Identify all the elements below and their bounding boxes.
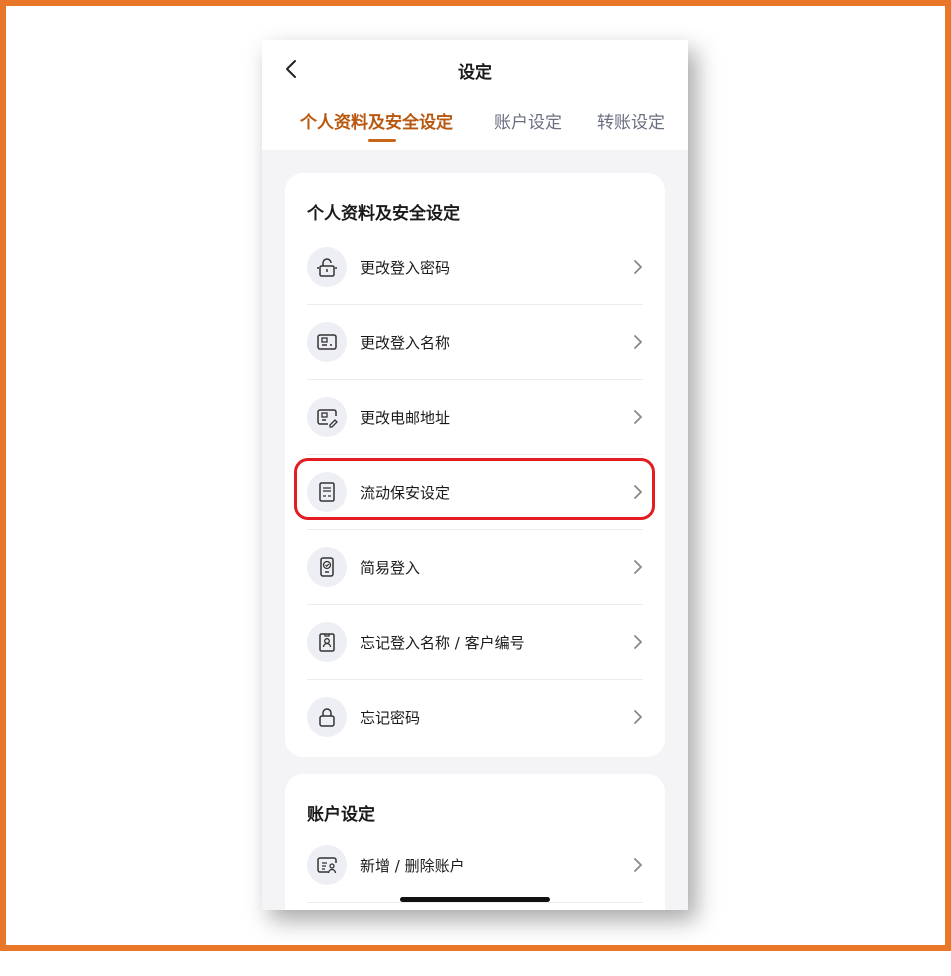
active-tab-indicator [368,139,396,142]
chevron-right-icon [634,410,642,424]
menu-item-label: 更改电邮地址 [360,409,451,427]
home-indicator[interactable] [400,897,550,902]
tab-bar: 个人资料及安全设定 账户设定 转账设定 [262,108,688,150]
tab-profile-security[interactable]: 个人资料及安全设定 [300,108,453,133]
account-settings-card: 账户设定 新增 / 删除账户 [285,774,665,910]
badge-icon [307,622,347,662]
chevron-right-icon [634,560,642,574]
menu-item-label: 忘记登入名称 / 客户编号 [360,634,525,652]
section-title: 账户设定 [307,805,375,825]
tab-transfer-settings[interactable]: 转账设定 [597,108,665,133]
chevron-right-icon [634,260,642,274]
tab-account-settings[interactable]: 账户设定 [494,108,562,133]
lock-icon [307,697,347,737]
menu-item-easy-login[interactable]: 简易登入 [307,530,643,605]
phone-check-icon [307,547,347,587]
unlock-icon [307,247,347,287]
menu-item-label: 简易登入 [360,559,421,577]
chevron-right-icon [634,635,642,649]
chevron-right-icon [634,858,642,872]
page-title: 设定 [458,63,492,83]
menu-item-forgot-login-name[interactable]: 忘记登入名称 / 客户编号 [307,605,643,680]
id-card-icon [307,322,347,362]
chevron-right-icon [634,710,642,724]
divider [307,902,643,903]
menu-item-label: 新增 / 删除账户 [360,857,465,875]
account-card-icon [307,845,347,885]
menu-item-forgot-password[interactable]: 忘记密码 [307,680,643,755]
edit-card-icon [307,397,347,437]
highlight-box [294,458,655,520]
section-title: 个人资料及安全设定 [307,204,460,224]
menu-item-label: 更改登入名称 [360,334,451,352]
menu-item-label: 更改登入密码 [360,259,451,277]
chevron-right-icon [634,335,642,349]
menu-item-change-login-name[interactable]: 更改登入名称 [307,305,643,380]
menu-item-change-password[interactable]: 更改登入密码 [307,230,643,305]
menu-item-label: 忘记密码 [360,709,421,727]
menu-item-change-email[interactable]: 更改电邮地址 [307,380,643,455]
menu-item-add-remove-account[interactable]: 新增 / 删除账户 [307,828,643,903]
top-header: 设定 个人资料及安全设定 账户设定 转账设定 [262,40,688,150]
phone-screen: 设定 个人资料及安全设定 账户设定 转账设定 个人资料及安全设定 更改登入密码 … [262,40,688,910]
